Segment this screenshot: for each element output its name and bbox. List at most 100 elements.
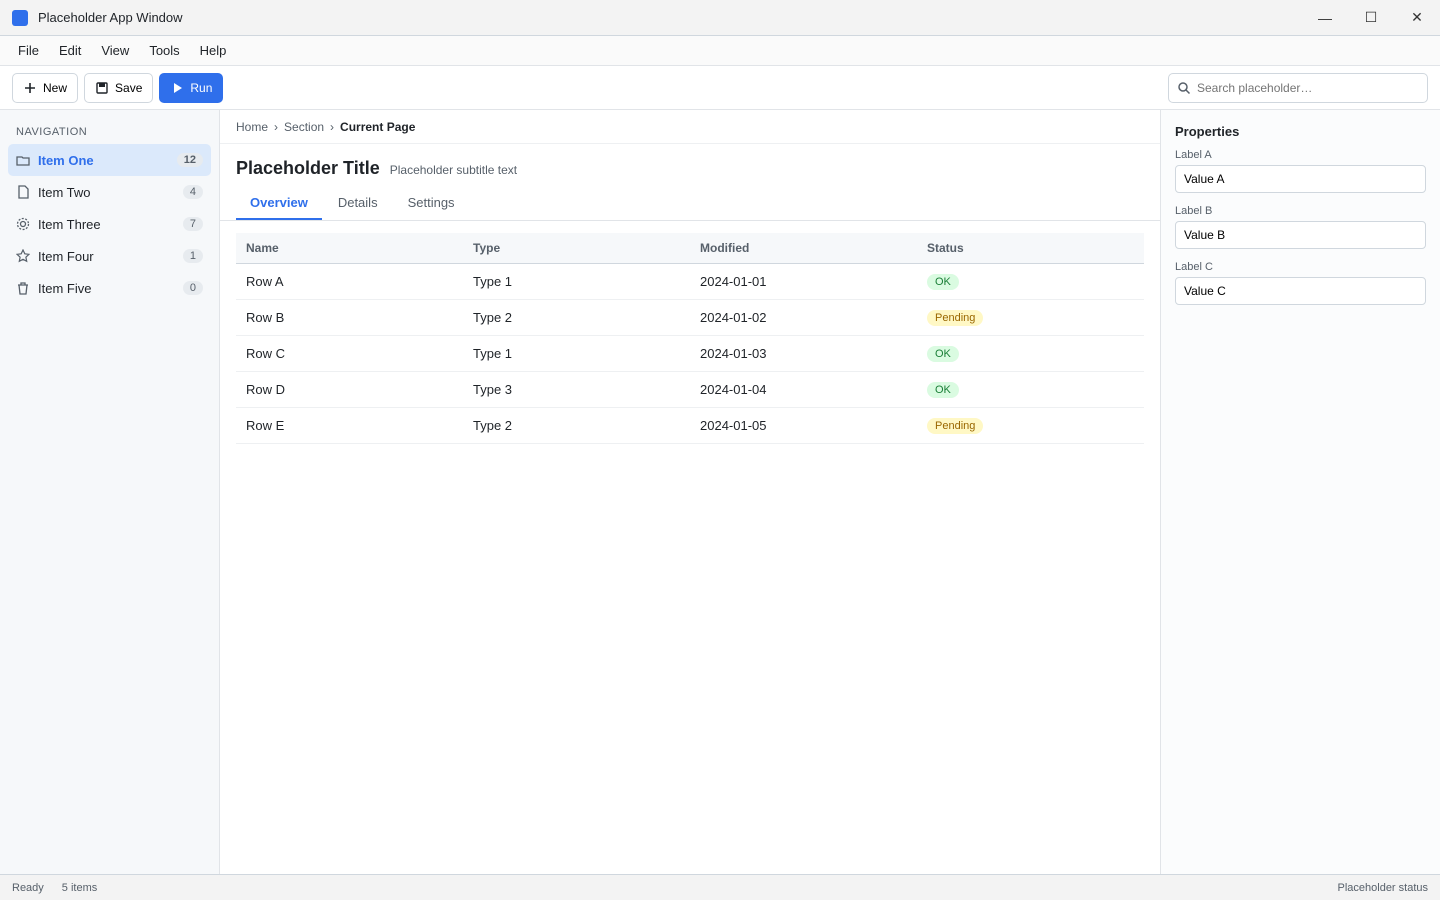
sidebar-item-label: Item One	[38, 152, 94, 168]
table-cell: Row D	[236, 371, 463, 408]
sidebar-item-count: 7	[182, 217, 203, 231]
status-badge: Pending	[927, 310, 984, 326]
inspector-field-0: Label A	[1175, 149, 1426, 193]
sidebar-item-0[interactable]: Item One 12	[8, 144, 211, 176]
status-badge: OK	[927, 346, 959, 362]
menu-item-0[interactable]: File	[8, 38, 49, 63]
table-header-row: Name Type Modified Status	[236, 233, 1144, 264]
content-area: Name Type Modified Status Row A Type 1 2024-0…	[220, 221, 1160, 874]
tab-1[interactable]: Details	[324, 187, 392, 220]
sidebar-item-count: 12	[176, 153, 203, 167]
column-header-0[interactable]: Name	[236, 233, 463, 264]
sidebar-section-title: Navigation	[16, 126, 88, 138]
table-cell: 2024-01-02	[690, 299, 917, 336]
trash-icon	[16, 281, 30, 295]
inspector-field-input[interactable]	[1175, 165, 1426, 193]
window-body: Navigation Item One 12 Item Two 4 Item Three…	[0, 110, 1440, 874]
table-cell: Pending	[917, 407, 1144, 444]
page-header: Placeholder Title Placeholder subtitle t…	[220, 144, 1160, 187]
table-row[interactable]: Row E Type 2 2024-01-05 Pending	[236, 407, 1144, 444]
inspector-field-label: Label B	[1175, 205, 1213, 217]
sidebar-item-2[interactable]: Item Three 7	[8, 208, 211, 240]
sidebar-item-label: Item Two	[38, 184, 91, 200]
new-button-label: New	[43, 80, 68, 95]
inspector-field-input[interactable]	[1175, 221, 1426, 249]
status-left: Ready	[12, 881, 44, 894]
inspector-field-label: Label C	[1175, 261, 1213, 273]
status-badge: Pending	[927, 418, 984, 434]
window-title: Placeholder App Window	[38, 10, 183, 25]
sidebar-list: Item One 12 Item Two 4 Item Three 7 Item Four 1…	[8, 144, 211, 304]
table-cell: Type 2	[463, 299, 690, 336]
column-header-3[interactable]: Status	[917, 233, 1144, 264]
sidebar: Navigation Item One 12 Item Two 4 Item Three…	[0, 110, 220, 874]
table-cell: Type 2	[463, 407, 690, 444]
table-body: Row A Type 1 2024-01-01 OK Row B Type 2 2024-0…	[236, 263, 1144, 444]
folder-icon	[16, 153, 30, 167]
breadcrumb-item-0[interactable]: Home	[236, 120, 268, 134]
table-cell: 2024-01-03	[690, 335, 917, 372]
table-cell: Row B	[236, 299, 463, 336]
plus-icon	[23, 81, 37, 95]
table-row[interactable]: Row D Type 3 2024-01-04 OK	[236, 371, 1144, 408]
sidebar-item-count: 1	[182, 249, 203, 263]
toolbar: New Save Run	[0, 66, 1440, 110]
table-cell: OK	[917, 335, 1144, 372]
table-cell: Type 3	[463, 371, 690, 408]
table-cell: OK	[917, 371, 1144, 408]
chevron-right-icon: ›	[274, 119, 279, 134]
breadcrumb-item-1[interactable]: Section	[284, 120, 324, 134]
sidebar-item-3[interactable]: Item Four 1	[8, 240, 211, 272]
save-button[interactable]: Save	[84, 72, 154, 103]
table-cell: Row E	[236, 407, 463, 444]
tab-0[interactable]: Overview	[236, 187, 322, 220]
search-input[interactable]	[1197, 80, 1419, 95]
column-header-1[interactable]: Type	[463, 233, 690, 264]
save-icon	[95, 81, 109, 95]
table-cell: Row A	[236, 263, 463, 300]
sidebar-item-1[interactable]: Item Two 4	[8, 176, 211, 208]
minimize-button[interactable]: —	[1302, 0, 1348, 36]
sidebar-item-4[interactable]: Item Five 0	[8, 272, 211, 304]
close-button[interactable]: ✕	[1394, 0, 1440, 36]
table-cell: 2024-01-04	[690, 371, 917, 408]
tab-2[interactable]: Settings	[394, 187, 469, 220]
column-header-2[interactable]: Modified	[690, 233, 917, 264]
play-icon	[170, 81, 184, 95]
star-icon	[16, 249, 30, 263]
gear-icon	[16, 217, 30, 231]
status-bar: Ready 5 items Placeholder status	[0, 874, 1440, 900]
new-button[interactable]: New	[12, 72, 79, 103]
menu-item-4[interactable]: Help	[190, 38, 237, 63]
breadcrumb: Home › Section › Current Page	[220, 110, 1160, 144]
data-table: Name Type Modified Status Row A Type 1 2024-0…	[236, 233, 1144, 444]
inspector-fields: Label A Label B Label C	[1175, 149, 1426, 305]
run-button[interactable]: Run	[159, 72, 224, 103]
status-badge: OK	[927, 274, 959, 290]
table-row[interactable]: Row C Type 1 2024-01-03 OK	[236, 335, 1144, 372]
menu-item-1[interactable]: Edit	[49, 38, 91, 63]
maximize-button[interactable]: ☐	[1348, 0, 1394, 36]
menu-item-3[interactable]: Tools	[139, 38, 189, 63]
run-button-label: Run	[190, 80, 213, 95]
inspector-field-2: Label C	[1175, 261, 1426, 305]
inspector-field-label: Label A	[1175, 149, 1212, 161]
app-icon	[12, 9, 28, 26]
tab-strip: Overview Details Settings	[220, 187, 1160, 221]
inspector-field-1: Label B	[1175, 205, 1426, 249]
inspector-heading: Properties	[1175, 124, 1240, 139]
menu-item-2[interactable]: View	[91, 38, 139, 63]
app-window: Placeholder App Window — ☐ ✕ File Edit V…	[0, 0, 1440, 900]
table-row[interactable]: Row B Type 2 2024-01-02 Pending	[236, 299, 1144, 336]
search-icon	[1177, 81, 1191, 95]
status-badge: OK	[927, 382, 959, 398]
main-panel: Home › Section › Current Page Placeholder Ti…	[220, 110, 1160, 874]
page-subtitle: Placeholder subtitle text	[389, 163, 518, 177]
sidebar-item-label: Item Four	[38, 248, 94, 264]
status-right: Placeholder status	[1337, 881, 1429, 894]
status-middle: 5 items	[61, 881, 98, 894]
table-cell: Type 1	[463, 263, 690, 300]
table-row[interactable]: Row A Type 1 2024-01-01 OK	[236, 263, 1144, 300]
inspector-field-input[interactable]	[1175, 277, 1426, 305]
breadcrumb-item-2: Current Page	[340, 119, 416, 134]
